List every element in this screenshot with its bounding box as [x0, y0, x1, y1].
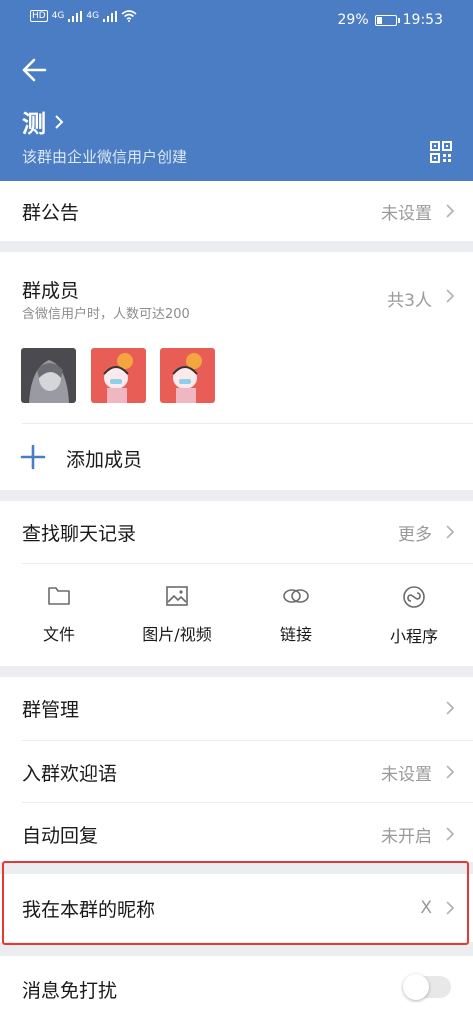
battery-percent: 29% — [337, 12, 369, 28]
signal-icon-2 — [103, 10, 118, 22]
group-header: HD 4G 4G 29% 19:53 测 该群由企业微信用户创建 — [0, 0, 473, 181]
signal-icon — [68, 10, 83, 22]
tool-links[interactable]: 链接 — [246, 585, 346, 645]
signal-label-2: 4G — [86, 11, 100, 21]
highlight-box — [2, 861, 469, 945]
image-icon — [166, 586, 188, 606]
group-manage-row[interactable]: 群管理 — [0, 677, 473, 739]
members-count: 共3人 — [387, 291, 432, 311]
auto-reply-label: 自动回复 — [22, 824, 99, 847]
tool-mini-programs-label: 小程序 — [389, 627, 438, 646]
chat-history-more: 更多 — [398, 524, 432, 545]
chevron-right-icon — [446, 204, 455, 218]
group-title-row[interactable]: 测 — [22, 104, 64, 139]
tool-media[interactable]: 图片/视频 — [127, 585, 227, 645]
folder-icon — [48, 587, 70, 605]
chat-history-row[interactable]: 查找聊天记录 更多 — [0, 501, 473, 563]
announcement-value: 未设置 — [381, 203, 432, 224]
chevron-right-icon — [55, 114, 64, 129]
welcome-message-value: 未设置 — [381, 764, 432, 785]
do-not-disturb-toggle[interactable] — [403, 974, 451, 1000]
status-bar: HD 4G 4G 29% 19:53 — [0, 0, 473, 40]
plus-icon — [20, 444, 46, 470]
divider — [22, 563, 473, 564]
group-subtitle: 该群由企业微信用户创建 — [22, 148, 188, 166]
tool-mini-programs[interactable]: 小程序 — [364, 585, 464, 647]
wifi-icon — [121, 10, 137, 22]
battery-icon — [374, 14, 400, 26]
clock: 19:53 — [402, 12, 443, 28]
auto-reply-row[interactable]: 自动回复 未开启 — [0, 803, 473, 865]
back-arrow-icon[interactable] — [18, 55, 48, 85]
avatar[interactable] — [91, 348, 146, 403]
avatar[interactable] — [160, 348, 215, 403]
tool-files[interactable]: 文件 — [9, 585, 109, 645]
do-not-disturb-label: 消息免打扰 — [22, 979, 118, 1002]
tool-media-label: 图片/视频 — [142, 625, 212, 644]
add-member-button[interactable]: 添加成员 — [0, 424, 473, 490]
hd-badge: HD — [30, 10, 48, 22]
status-right: 29% 19:53 — [338, 12, 443, 28]
members-label: 群成员 — [22, 280, 80, 302]
signal-label: 4G — [51, 11, 65, 21]
qr-code-icon[interactable] — [430, 141, 452, 163]
members-subtitle: 含微信用户时，人数可达200 — [22, 307, 190, 322]
chevron-right-icon — [446, 525, 455, 539]
welcome-message-row[interactable]: 入群欢迎语 未设置 — [0, 741, 473, 803]
chat-history-tools: 文件 图片/视频 链接 小程序 — [0, 565, 473, 665]
network-indicators: HD 4G 4G — [30, 10, 137, 22]
chevron-right-icon — [446, 701, 455, 715]
group-manage-label: 群管理 — [22, 698, 80, 721]
toggle-knob — [403, 974, 429, 1000]
chevron-right-icon — [446, 289, 455, 303]
tool-links-label: 链接 — [279, 625, 312, 644]
auto-reply-value: 未开启 — [381, 826, 432, 847]
announcement-row[interactable]: 群公告 未设置 — [0, 181, 473, 241]
link-icon — [283, 589, 309, 603]
do-not-disturb-row: 消息免打扰 — [0, 956, 473, 1022]
chevron-right-icon — [446, 827, 455, 841]
group-title: 测 — [22, 110, 46, 138]
avatar[interactable] — [21, 348, 76, 403]
chevron-right-icon — [446, 765, 455, 779]
welcome-message-label: 入群欢迎语 — [22, 762, 118, 785]
mini-program-icon — [403, 586, 425, 608]
announcement-card: 群公告 未设置 — [0, 181, 473, 241]
chat-history-label: 查找聊天记录 — [22, 522, 137, 545]
add-member-label: 添加成员 — [66, 449, 143, 471]
announcement-label: 群公告 — [22, 201, 80, 224]
tool-files-label: 文件 — [42, 625, 75, 644]
